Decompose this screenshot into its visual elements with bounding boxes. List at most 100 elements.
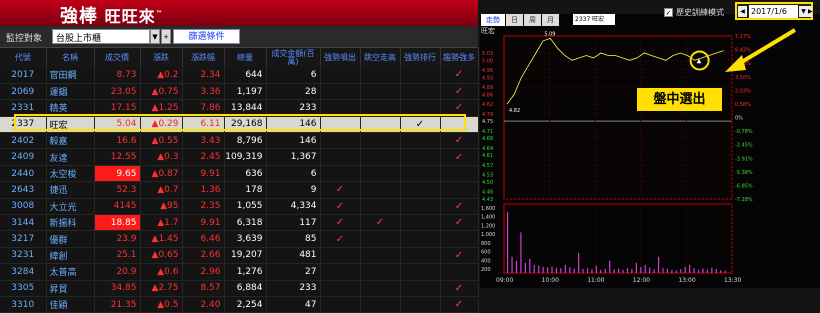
cell-chg: ▲1.25: [140, 99, 183, 117]
table-row[interactable]: 2409 友達 12.55 ▲0.3 2.45 109,319 1,367 ✓: [0, 148, 479, 166]
cell-name: 緯創: [46, 247, 95, 265]
cell-name: 官田鋼: [46, 67, 95, 84]
cell-amt: 6: [266, 67, 321, 84]
market-select[interactable]: 台股上市櫃: [52, 29, 150, 44]
cell-code: 2017: [0, 67, 47, 84]
volume-bar: [644, 264, 646, 273]
table-row[interactable]: 2402 毅嘉 16.6 ▲0.55 3.43 8,796 146 ✓: [0, 132, 479, 150]
column-header[interactable]: 代號: [0, 48, 47, 67]
column-header[interactable]: 漲跌幅: [182, 48, 225, 67]
cell-c2: [360, 280, 401, 297]
cell-chg: ▲0.6: [140, 263, 183, 281]
column-header[interactable]: 成交金額(百萬): [266, 48, 321, 67]
column-header[interactable]: 名稱: [46, 48, 95, 67]
table-row[interactable]: 3310 佳穎 21.35 ▲0.5 2.40 2,254 47 ✓: [0, 296, 479, 313]
y-tick-label-right: 6.43%: [735, 48, 751, 54]
cell-c4: ✓: [440, 296, 479, 313]
y-tick-label-right: 7.17%: [735, 34, 751, 40]
cell-code: 2069: [0, 83, 47, 101]
cell-amt: 146: [266, 116, 321, 134]
cell-c1: ✓: [320, 181, 361, 199]
cell-name: 毅嘉: [46, 132, 95, 150]
cell-code: 2440: [0, 165, 47, 183]
volume-bar: [702, 268, 704, 273]
column-header[interactable]: 趨勢強多: [440, 48, 479, 67]
cell-vol: 1,197: [224, 83, 267, 101]
cell-code: 3008: [0, 198, 47, 216]
cell-code: 3231: [0, 247, 47, 265]
table-row[interactable]: 3284 太普高 20.9 ▲0.6 2.96 1,276 27: [0, 263, 479, 281]
cell-code: 3284: [0, 263, 47, 281]
column-header[interactable]: 總量: [224, 48, 267, 67]
volume-bar: [546, 267, 549, 273]
table-row[interactable]: 2331 精英 17.15 ▲1.25 7.86 13,844 233 ✓: [0, 99, 479, 117]
cell-c3: [400, 181, 441, 199]
monitor-label: 監控對象: [6, 34, 43, 44]
volume-bar: [715, 268, 717, 273]
cell-pct: 2.66: [182, 247, 225, 265]
volume-bar: [586, 268, 589, 273]
column-header[interactable]: 跳空走高: [360, 48, 401, 67]
volume-bar: [520, 232, 522, 273]
cell-price: 4145: [94, 198, 141, 216]
y-tick-label-right: -2.45%: [735, 143, 753, 149]
volume-tick-label: 800: [481, 241, 491, 247]
cell-name: 運錩: [46, 83, 95, 101]
table-row[interactable]: 2643 捷迅 52.3 ▲0.7 1.36 178 9 ✓: [0, 181, 479, 199]
table-row[interactable]: 3144 新揚科 18.85 ▲1.7 9.91 6,318 117 ✓ ✓ ✓: [0, 214, 479, 232]
selection-marker-arrow: ▲: [697, 57, 702, 64]
volume-plot-frame: [503, 203, 733, 274]
cell-code: 2402: [0, 132, 47, 150]
cell-c4: ✓: [440, 198, 479, 216]
cell-c4: ✓: [440, 247, 479, 265]
add-icon[interactable]: +: [161, 29, 171, 44]
cell-vol: 178: [224, 181, 267, 199]
cell-c1: [320, 67, 361, 84]
cell-pct: 8.57: [182, 280, 225, 297]
dropdown-arrow-icon[interactable]: ▼: [150, 29, 160, 44]
cell-c4: ✓: [440, 280, 479, 297]
table-row[interactable]: 3217 優群 23.9 ▲1.45 6.46 3,639 85 ✓: [0, 230, 479, 248]
cell-chg: ▲1.7: [140, 214, 183, 232]
cell-pct: 3.43: [182, 132, 225, 150]
cell-c4: ✓: [440, 67, 479, 84]
column-header[interactable]: 強勢排行: [400, 48, 441, 67]
column-header[interactable]: 漲跌: [140, 48, 183, 67]
y-tick-label-right: -6.85%: [735, 183, 753, 189]
volume-bar: [640, 266, 642, 273]
volume-bar: [684, 266, 686, 273]
cell-c1: [320, 247, 361, 265]
cell-pct: 2.34: [182, 67, 225, 84]
column-header[interactable]: 強勢噴出: [320, 48, 361, 67]
cell-code: 2409: [0, 148, 47, 166]
table-row[interactable]: 2017 官田鋼 8.73 ▲0.2 2.34 644 6 ✓: [0, 67, 479, 84]
cell-c1: [320, 263, 361, 281]
volume-bar: [706, 269, 708, 273]
table-row[interactable]: 2069 運錩 23.05 ▲0.75 3.36 1,197 28 ✓: [0, 83, 479, 101]
cell-price: 34.85: [94, 280, 141, 297]
y-tick-label-right: -3.91%: [735, 156, 753, 162]
filter-button[interactable]: 篩選條件: [173, 29, 240, 44]
cell-chg: ▲0.55: [140, 132, 183, 150]
cell-c3: [400, 83, 441, 101]
cell-c1: [320, 280, 361, 297]
cell-c3: [400, 247, 441, 265]
cell-price: 25.1: [94, 247, 141, 265]
y-tick-label-right: -0.78%: [735, 129, 753, 135]
column-header[interactable]: 成交價: [94, 48, 141, 67]
cell-c4: [440, 116, 479, 134]
table-row[interactable]: 2440 太空梭 9.65 ▲0.87 9.91 636 6: [0, 165, 479, 183]
y-tick-label: 4.93: [482, 75, 493, 81]
y-tick-label: 4.46: [482, 190, 493, 196]
y-tick-label-right: -5.38%: [735, 170, 753, 176]
volume-bar: [657, 256, 660, 273]
table-row[interactable]: 3305 昇貿 34.85 ▲2.75 8.57 6,884 233 ✓: [0, 280, 479, 297]
volume-tick-label: 1,000: [481, 232, 495, 238]
cell-c3: [400, 148, 441, 166]
cell-vol: 1,276: [224, 263, 267, 281]
table-row[interactable]: 3008 大立光 4145 ▲95 2.35 1,055 4,334 ✓ ✓: [0, 198, 479, 216]
table-row[interactable]: 2337 旺宏 5.04 ▲0.29 6.11 29,168 146 ✓: [0, 116, 479, 134]
cell-c1: [320, 116, 361, 134]
table-row[interactable]: 3231 緯創 25.1 ▲0.65 2.66 19,207 481 ✓: [0, 247, 479, 265]
cell-c3: [400, 99, 441, 117]
